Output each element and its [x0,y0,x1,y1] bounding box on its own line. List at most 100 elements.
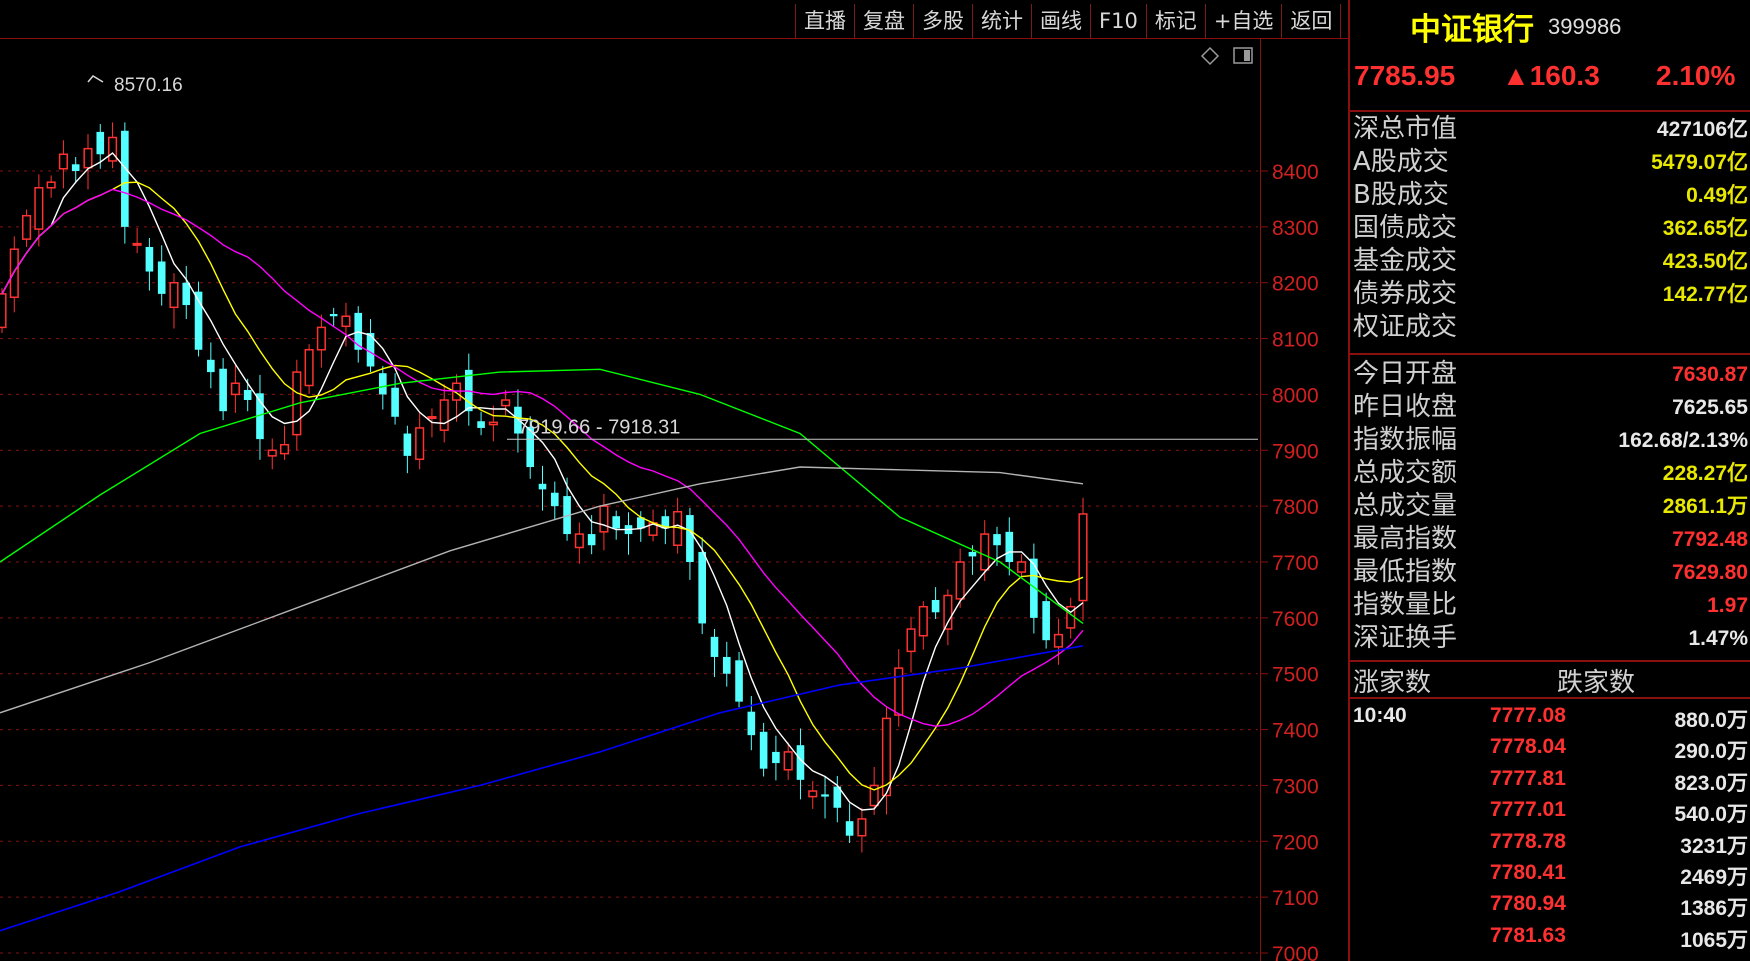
stat-value: 1.47% [1688,627,1748,650]
divider-line [1350,110,1750,112]
stat-row: 深证换手 1.47% [1350,622,1750,655]
stat-label: 深总市值 [1353,114,1458,144]
tick-price: 7778.78 [1490,829,1566,853]
candle-up [439,399,449,431]
tick-volume: 880.0万 [1674,709,1748,732]
stat-row: 指数量比 1.97 [1350,589,1750,622]
candle-down [538,483,547,490]
divider-line [1350,353,1750,355]
candle-up [9,248,19,298]
price-axis-label: 7400 [1272,720,1319,743]
candle-down [587,534,596,546]
mark-button[interactable]: 标记 [1145,4,1205,38]
tick-volume: 1386万 [1680,897,1748,921]
candle-down [759,731,768,769]
candle-down [845,821,854,836]
index-name: 中证银行 [1410,12,1534,48]
add-watchlist-button[interactable]: +自选 [1204,4,1282,38]
kline-chart-area[interactable]: 8400 8300 8200 8100 8000 7900 7800 7700 7600 7500… [0,0,1350,961]
stat-label: 总成交额 [1353,458,1458,488]
tick-row: 7777.08 880.0万 [1350,704,1750,735]
tick-volume: 1065万 [1680,928,1748,952]
candle-down [391,387,399,417]
tick-price: 7780.94 [1490,892,1566,916]
back-button[interactable]: 返回 [1281,4,1342,38]
candle-up [107,136,118,162]
stat-value: 1.97 [1707,594,1748,617]
candle-down [747,711,756,736]
panel-toggle-icon[interactable] [1232,46,1254,66]
change-percent: 2.10% [1656,60,1736,91]
candle-down [207,359,215,373]
stat-value: 162.68/2.13% [1618,429,1748,452]
tick-volume: 540.0万 [1674,803,1748,827]
draw-line-button[interactable]: 画线 [1031,4,1090,38]
stat-label: 最高指数 [1353,524,1458,554]
multi-stock-button[interactable]: 多股 [913,4,972,38]
price-axis-label: 7800 [1272,496,1319,519]
stat-label: 权证成交 [1353,312,1458,342]
price-axis-label: 7900 [1272,440,1319,463]
stat-label: 基金成交 [1353,246,1458,276]
price-axis-label: 7600 [1272,608,1319,631]
candle-up [599,505,609,533]
statistics-button[interactable]: 统计 [972,4,1031,38]
candle-up [316,326,326,351]
stat-row: B股成交 0.49亿 [1350,179,1750,212]
candle-up [22,214,32,240]
candle-up [0,293,7,329]
replay-button[interactable]: 复盘 [854,4,913,38]
stat-value: 427106亿 [1656,118,1748,141]
stat-value: 142.77亿 [1662,283,1748,306]
stat-row: 最低指数 7629.80 [1350,556,1750,589]
candle-up [574,533,584,549]
price-axis-label: 7700 [1272,552,1319,575]
candle-down [821,794,829,797]
candle-down [329,313,338,317]
stat-row: 国债成交 362.65亿 [1350,212,1750,245]
stat-label: 深证换手 [1353,623,1458,653]
candle-up [955,561,965,600]
chart-toolbar: 直播 复盘 多股 统计 画线 F10 标记 +自选 返回 [795,4,1342,40]
candle-up [46,181,56,189]
candle-down [931,599,940,613]
ma60-line [0,368,1084,624]
price-change: ▲160.3 [1502,60,1600,91]
price-axis-label: 7300 [1272,775,1319,798]
candle-up [894,667,904,716]
stat-value: 423.50亿 [1662,250,1748,273]
price-axis-label: 8200 [1272,273,1319,296]
stat-row: 基金成交 423.50亿 [1350,245,1750,278]
f10-button[interactable]: F10 [1090,4,1146,38]
candle-down [710,636,719,657]
stat-row: A股成交 5479.07亿 [1350,146,1750,179]
tick-price: 7780.41 [1490,861,1566,884]
stat-value: 228.27亿 [1662,462,1748,485]
stat-label: 债券成交 [1353,279,1458,309]
tick-price: 7778.04 [1490,735,1566,759]
candle-up [857,818,867,837]
stat-row: 总成交额 228.27亿 [1350,457,1750,490]
candle-down [96,131,105,155]
candle-up [279,443,290,455]
price-axis-label: 7500 [1272,664,1319,687]
tick-volume: 2469万 [1680,866,1748,889]
tick-row: 7777.01 540.0万 [1350,798,1750,829]
candle-up [808,790,818,798]
tick-volume: 290.0万 [1674,740,1748,764]
candle-down [243,389,252,401]
price-axis-label: 8400 [1272,161,1319,184]
candle-up [415,427,425,460]
tick-price: 7777.01 [1490,798,1566,822]
candle-up [34,187,44,230]
tick-price: 7777.08 [1490,704,1566,727]
high-label: 8570.16 [114,75,183,96]
candle-down [735,660,743,702]
stat-value: 7630.87 [1672,363,1748,386]
kline-chart[interactable]: 8400 8300 8200 8100 8000 7900 7800 7700 7600 7500… [0,0,1350,961]
candle-down [378,373,387,395]
divider-line [1350,697,1750,699]
live-button[interactable]: 直播 [795,4,854,38]
stat-row: 今日开盘 7630.87 [1350,358,1750,391]
diamond-icon[interactable] [1200,46,1220,66]
